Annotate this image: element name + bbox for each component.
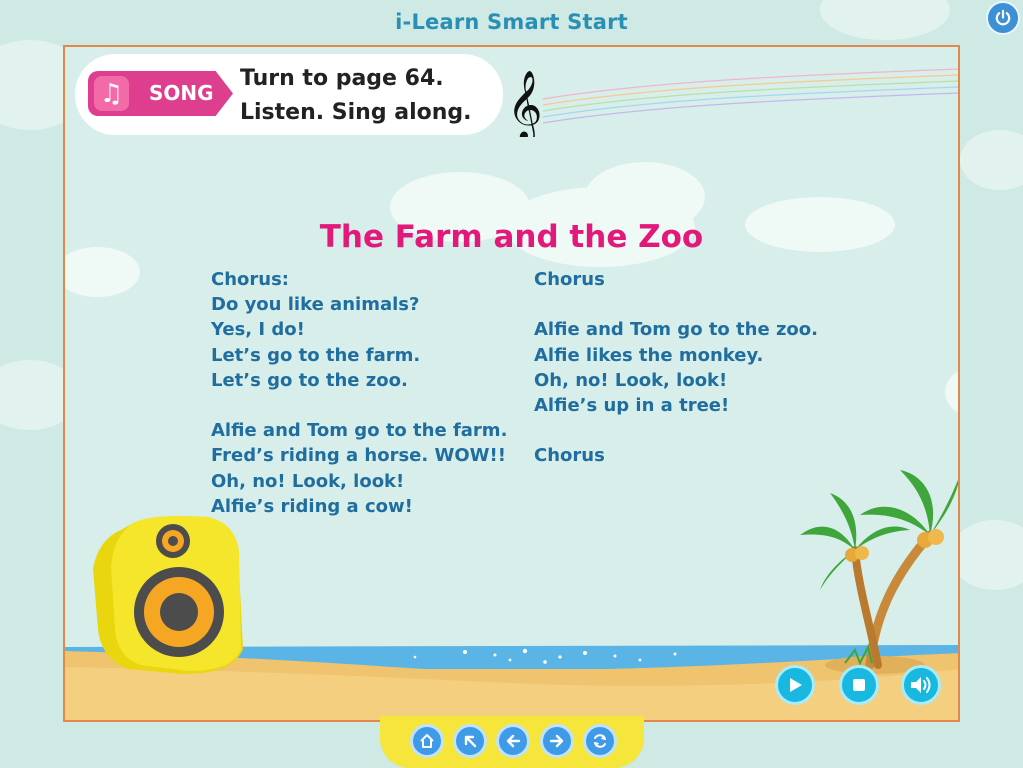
lyric-line	[211, 393, 507, 418]
instruction-panel: ♫ SONG Turn to page 64. Listen. Sing alo…	[75, 54, 503, 135]
lyrics-right-column: Chorus Alfie and Tom go to the zoo. Alfi…	[534, 267, 818, 469]
instruction-line-2: Listen. Sing along.	[240, 100, 472, 125]
speaker-illustration	[93, 515, 243, 674]
stop-icon	[853, 679, 865, 691]
back-button[interactable]	[453, 724, 487, 758]
home-icon	[420, 734, 434, 748]
music-staff-decoration: 𝄞	[507, 68, 958, 137]
lyric-line	[534, 418, 818, 443]
lyric-line: Do you like animals?	[211, 294, 420, 316]
lyric-line	[534, 292, 818, 317]
lyric-line: Fred’s riding a horse. WOW!!	[211, 445, 506, 467]
lyric-line: Oh, no! Look, look!	[534, 369, 728, 391]
stop-button[interactable]	[839, 665, 879, 705]
instruction-line-1: Turn to page 64.	[240, 66, 444, 91]
lyric-line: Alfie’s up in a tree!	[534, 394, 730, 416]
song-title: The Farm and the Zoo	[319, 219, 704, 255]
next-icon	[549, 734, 564, 748]
refresh-button[interactable]	[583, 724, 617, 758]
background-cloud	[960, 130, 1023, 190]
lyric-line: Let’s go to the zoo.	[211, 369, 408, 391]
lyric-line: Chorus	[534, 445, 605, 467]
power-icon	[995, 9, 1011, 26]
lyric-line: Chorus	[534, 269, 605, 290]
play-icon	[790, 678, 802, 692]
lyric-line: Let’s go to the farm.	[211, 344, 421, 366]
lyric-line: Alfie and Tom go to the zoo.	[534, 319, 819, 341]
lyric-line: Alfie and Tom go to the farm.	[211, 420, 508, 442]
volume-icon	[911, 677, 931, 693]
lyric-line: Yes, I do!	[211, 319, 305, 341]
play-button[interactable]	[775, 665, 815, 705]
lyric-line: Alfie likes the monkey.	[534, 344, 764, 366]
background-cloud	[950, 520, 1023, 590]
lyric-line: Chorus:	[211, 269, 289, 290]
song-badge-label: SONG	[149, 81, 214, 105]
home-button[interactable]	[410, 724, 444, 758]
lyric-line: Oh, no! Look, look!	[211, 470, 405, 492]
power-button[interactable]	[986, 1, 1020, 35]
song-badge: ♫ SONG	[88, 71, 233, 116]
palm-trees-illustration	[800, 470, 958, 674]
refresh-icon	[594, 734, 606, 748]
activity-stage: 𝄞 ♫ SONG Turn to page 64. Listen. Sing a…	[63, 45, 960, 722]
volume-button[interactable]	[901, 665, 941, 705]
previous-icon	[506, 734, 521, 748]
app-title: i-Learn Smart Start	[395, 10, 628, 34]
music-note-icon: ♫	[94, 76, 129, 111]
previous-button[interactable]	[496, 724, 530, 758]
navigation-dock	[380, 716, 644, 768]
svg-text:𝄞: 𝄞	[507, 70, 542, 137]
next-button[interactable]	[540, 724, 574, 758]
back-arrow-icon	[464, 735, 477, 748]
cloud	[945, 367, 958, 417]
lyrics-left-column: Chorus: Do you like animals? Yes, I do! …	[211, 267, 507, 519]
lyric-line: Alfie’s riding a cow!	[211, 495, 413, 517]
